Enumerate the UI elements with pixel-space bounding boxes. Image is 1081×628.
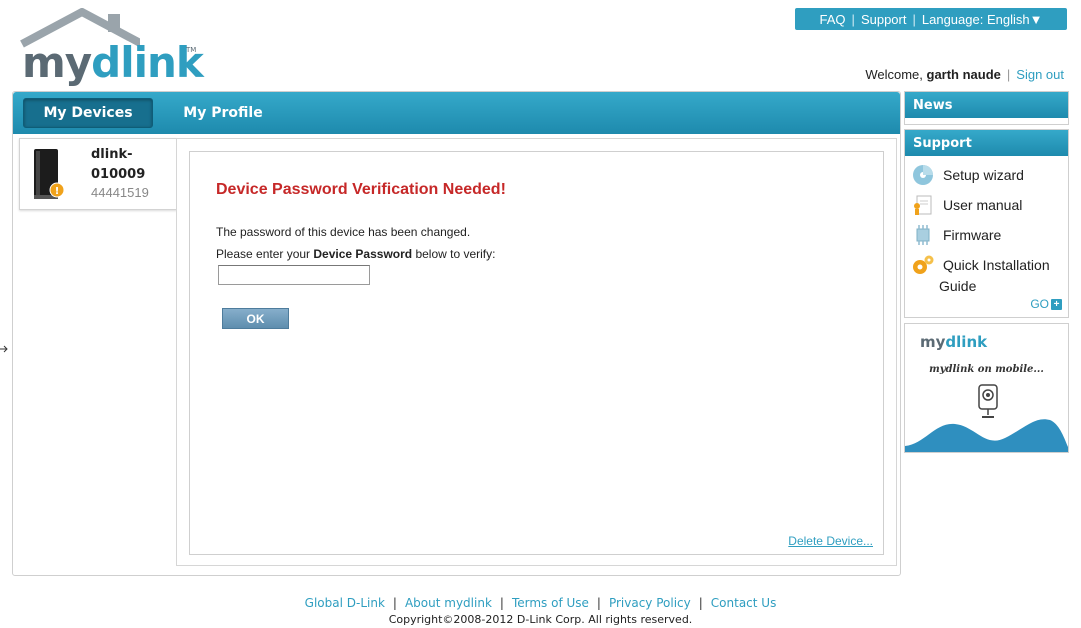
wave-decoration — [905, 419, 1068, 452]
separator: | — [392, 596, 397, 610]
support-item-label: Quick Installation — [943, 257, 1050, 273]
instruction-text: Please enter your — [216, 247, 314, 261]
top-links-bar: FAQ | Support | Language: English▼ — [795, 8, 1067, 30]
device-name: dlink-010009 — [91, 147, 146, 182]
footer-link-global-dlink[interactable]: Global D-Link — [305, 596, 385, 610]
faq-link[interactable]: FAQ — [820, 12, 846, 27]
separator: | — [698, 596, 703, 610]
tab-my-devices[interactable]: My Devices — [23, 98, 153, 128]
promo-logo: mydlink — [920, 333, 988, 351]
instruction-bold: Device Password — [313, 247, 413, 261]
footer-link-terms[interactable]: Terms of Use — [512, 596, 589, 610]
support-item-label: Setup wizard — [943, 167, 1024, 183]
news-panel: News — [904, 91, 1069, 125]
separator: | — [499, 596, 504, 610]
delete-device-link[interactable]: Delete Device... — [788, 534, 873, 548]
device-password-input[interactable] — [218, 265, 370, 285]
plus-icon: + — [1051, 298, 1062, 310]
mydlink-mobile-banner[interactable]: mydlink mydlink on mobile... — [904, 323, 1069, 453]
content-frame: Device Password Verification Needed! The… — [176, 138, 897, 566]
footer-link-privacy[interactable]: Privacy Policy — [609, 596, 691, 610]
ok-button[interactable]: OK — [222, 308, 289, 329]
logo-trademark: TM — [186, 46, 197, 54]
welcome-prefix: Welcome, — [865, 67, 927, 82]
instruction-text-end: below to verify: — [412, 247, 496, 261]
verification-instruction: Please enter your Device Password below … — [216, 247, 495, 261]
welcome-message: Welcome, garth naude | Sign out — [865, 67, 1064, 82]
main-nav-bar: My Devices My Profile — [13, 92, 900, 134]
user-manual-icon — [914, 195, 932, 215]
verification-message: The password of this device has been cha… — [216, 225, 471, 239]
verification-title: Device Password Verification Needed! — [216, 181, 506, 198]
arrow-right-icon — [0, 345, 8, 353]
svg-text:!: ! — [55, 186, 60, 197]
go-link[interactable]: GO + — [1030, 297, 1062, 311]
footer-link-about[interactable]: About mydlink — [405, 596, 492, 610]
footer-links: Global D-Link | About mydlink | Terms of Use… — [0, 596, 1081, 610]
separator: | — [596, 596, 601, 610]
promo-tagline: mydlink on mobile... — [929, 364, 1044, 375]
mydlink-logo[interactable]: mydlink TM — [20, 8, 204, 92]
support-item-label-2: Guide — [939, 278, 977, 294]
go-label: GO — [1030, 297, 1049, 311]
support-item-label: User manual — [943, 197, 1023, 213]
user-name: garth naude — [926, 67, 1001, 82]
support-panel: Support Setup wizard User manual Firmwar… — [904, 129, 1069, 318]
separator: | — [1006, 67, 1011, 82]
footer-link-contact[interactable]: Contact Us — [711, 596, 777, 610]
firmware-chip-icon — [916, 225, 930, 245]
verification-panel: Device Password Verification Needed! The… — [189, 151, 884, 555]
copyright-text: Copyright©2008-2012 D-Link Corp. All rig… — [388, 613, 693, 626]
device-card[interactable]: ! dlink-010009 44441519 — [19, 138, 177, 210]
sign-out-link[interactable]: Sign out — [1016, 67, 1064, 82]
tab-my-profile[interactable]: My Profile — [173, 98, 273, 128]
device-id: 44441519 — [91, 185, 149, 200]
news-header[interactable]: News — [905, 92, 1068, 118]
router-device-icon: ! — [34, 149, 64, 199]
setup-wizard-icon — [913, 165, 933, 185]
separator: | — [851, 11, 855, 27]
main-panel: My Devices My Profile ! dlink-010009 444… — [12, 91, 901, 576]
language-selector[interactable]: Language: English▼ — [922, 12, 1043, 27]
support-link[interactable]: Support — [861, 12, 907, 27]
gears-icon — [913, 255, 934, 274]
support-item-label: Firmware — [943, 227, 1002, 243]
separator: | — [912, 11, 916, 27]
logo-wordmark: mydlink — [22, 38, 204, 87]
support-header: Support — [905, 130, 1068, 156]
